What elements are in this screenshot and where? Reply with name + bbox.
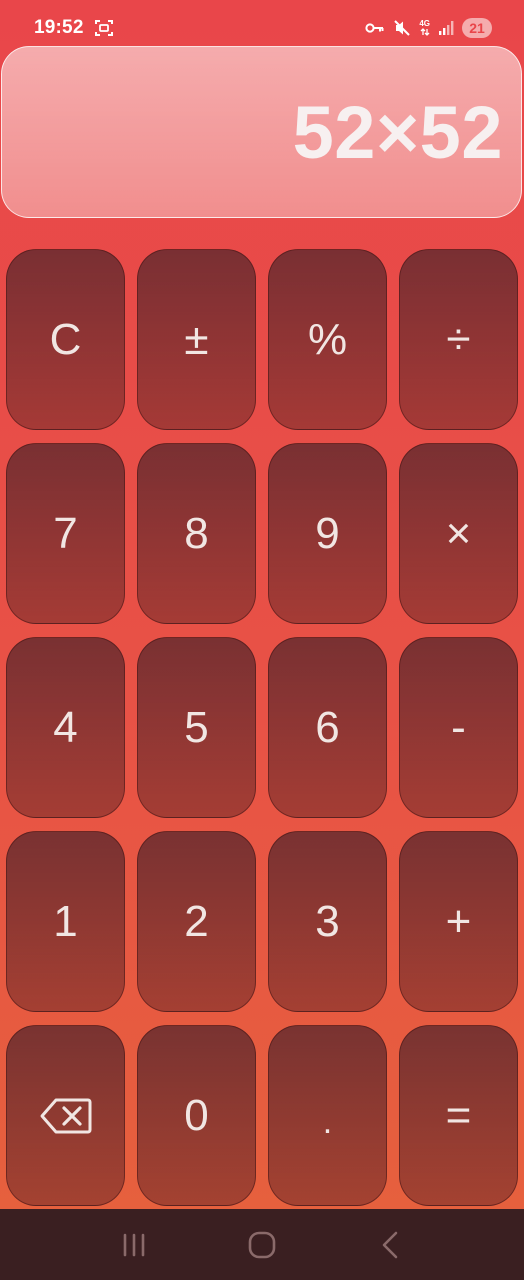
- digit-7-label: 7: [53, 508, 78, 558]
- decimal-button[interactable]: .: [268, 1025, 387, 1206]
- digit-1-label: 1: [53, 896, 78, 946]
- battery-indicator: 21: [462, 18, 492, 38]
- subtract-button-label: -: [451, 702, 466, 752]
- decimal-button-label: .: [322, 1102, 333, 1141]
- digit-1-button[interactable]: 1: [6, 831, 125, 1012]
- digit-0-label: 0: [184, 1090, 209, 1140]
- digit-4-label: 4: [53, 702, 78, 752]
- status-time: 19:52: [34, 17, 84, 38]
- divide-button-label: ÷: [446, 314, 471, 364]
- digit-9-button[interactable]: 9: [268, 443, 387, 624]
- keypad: C ± % ÷ 7 8 9 × 4 5 6 - 1 2 3 + 0 . =: [6, 249, 518, 1206]
- digit-6-button[interactable]: 6: [268, 637, 387, 818]
- status-right: 4G 21: [365, 18, 492, 38]
- digit-7-button[interactable]: 7: [6, 443, 125, 624]
- multiply-button[interactable]: ×: [399, 443, 518, 624]
- subtract-button[interactable]: -: [399, 637, 518, 818]
- digit-8-button[interactable]: 8: [137, 443, 256, 624]
- digit-0-button[interactable]: 0: [137, 1025, 256, 1206]
- digit-2-label: 2: [184, 896, 209, 946]
- vpn-key-icon: [365, 21, 385, 35]
- equals-button[interactable]: =: [399, 1025, 518, 1206]
- calculator-display: 52×52: [1, 46, 522, 218]
- back-button[interactable]: [360, 1220, 420, 1270]
- navigation-bar: [0, 1209, 524, 1280]
- recent-apps-icon: [121, 1233, 147, 1257]
- digit-3-button[interactable]: 3: [268, 831, 387, 1012]
- equals-button-label: =: [445, 1090, 472, 1140]
- recent-apps-button[interactable]: [104, 1220, 164, 1270]
- status-left: 19:52: [34, 17, 114, 39]
- home-icon: [248, 1231, 276, 1259]
- add-button[interactable]: +: [399, 831, 518, 1012]
- digit-8-label: 8: [184, 508, 209, 558]
- back-icon: [380, 1231, 400, 1259]
- display-expression: 52×52: [292, 90, 503, 174]
- plus-minus-button-label: ±: [184, 314, 209, 364]
- signal-icon: [438, 20, 454, 36]
- add-button-label: +: [445, 896, 472, 946]
- mute-icon: [393, 19, 411, 37]
- network-type-label: 4G: [419, 19, 430, 28]
- percent-button-label: %: [307, 314, 348, 364]
- digit-5-button[interactable]: 5: [137, 637, 256, 818]
- clear-button[interactable]: C: [6, 249, 125, 430]
- screenshot-icon: [94, 18, 114, 38]
- digit-9-label: 9: [315, 508, 340, 558]
- home-button[interactable]: [232, 1220, 292, 1270]
- divide-button[interactable]: ÷: [399, 249, 518, 430]
- digit-4-button[interactable]: 4: [6, 637, 125, 818]
- backspace-button[interactable]: [6, 1025, 125, 1206]
- digit-3-label: 3: [315, 896, 340, 946]
- multiply-button-label: ×: [445, 508, 472, 558]
- digit-2-button[interactable]: 2: [137, 831, 256, 1012]
- clear-button-label: C: [49, 314, 82, 364]
- backspace-icon: [40, 1098, 92, 1134]
- digit-5-label: 5: [184, 702, 209, 752]
- digit-6-label: 6: [315, 702, 340, 752]
- plus-minus-button[interactable]: ±: [137, 249, 256, 430]
- percent-button[interactable]: %: [268, 249, 387, 430]
- mobile-data-icon: 4G: [419, 20, 430, 36]
